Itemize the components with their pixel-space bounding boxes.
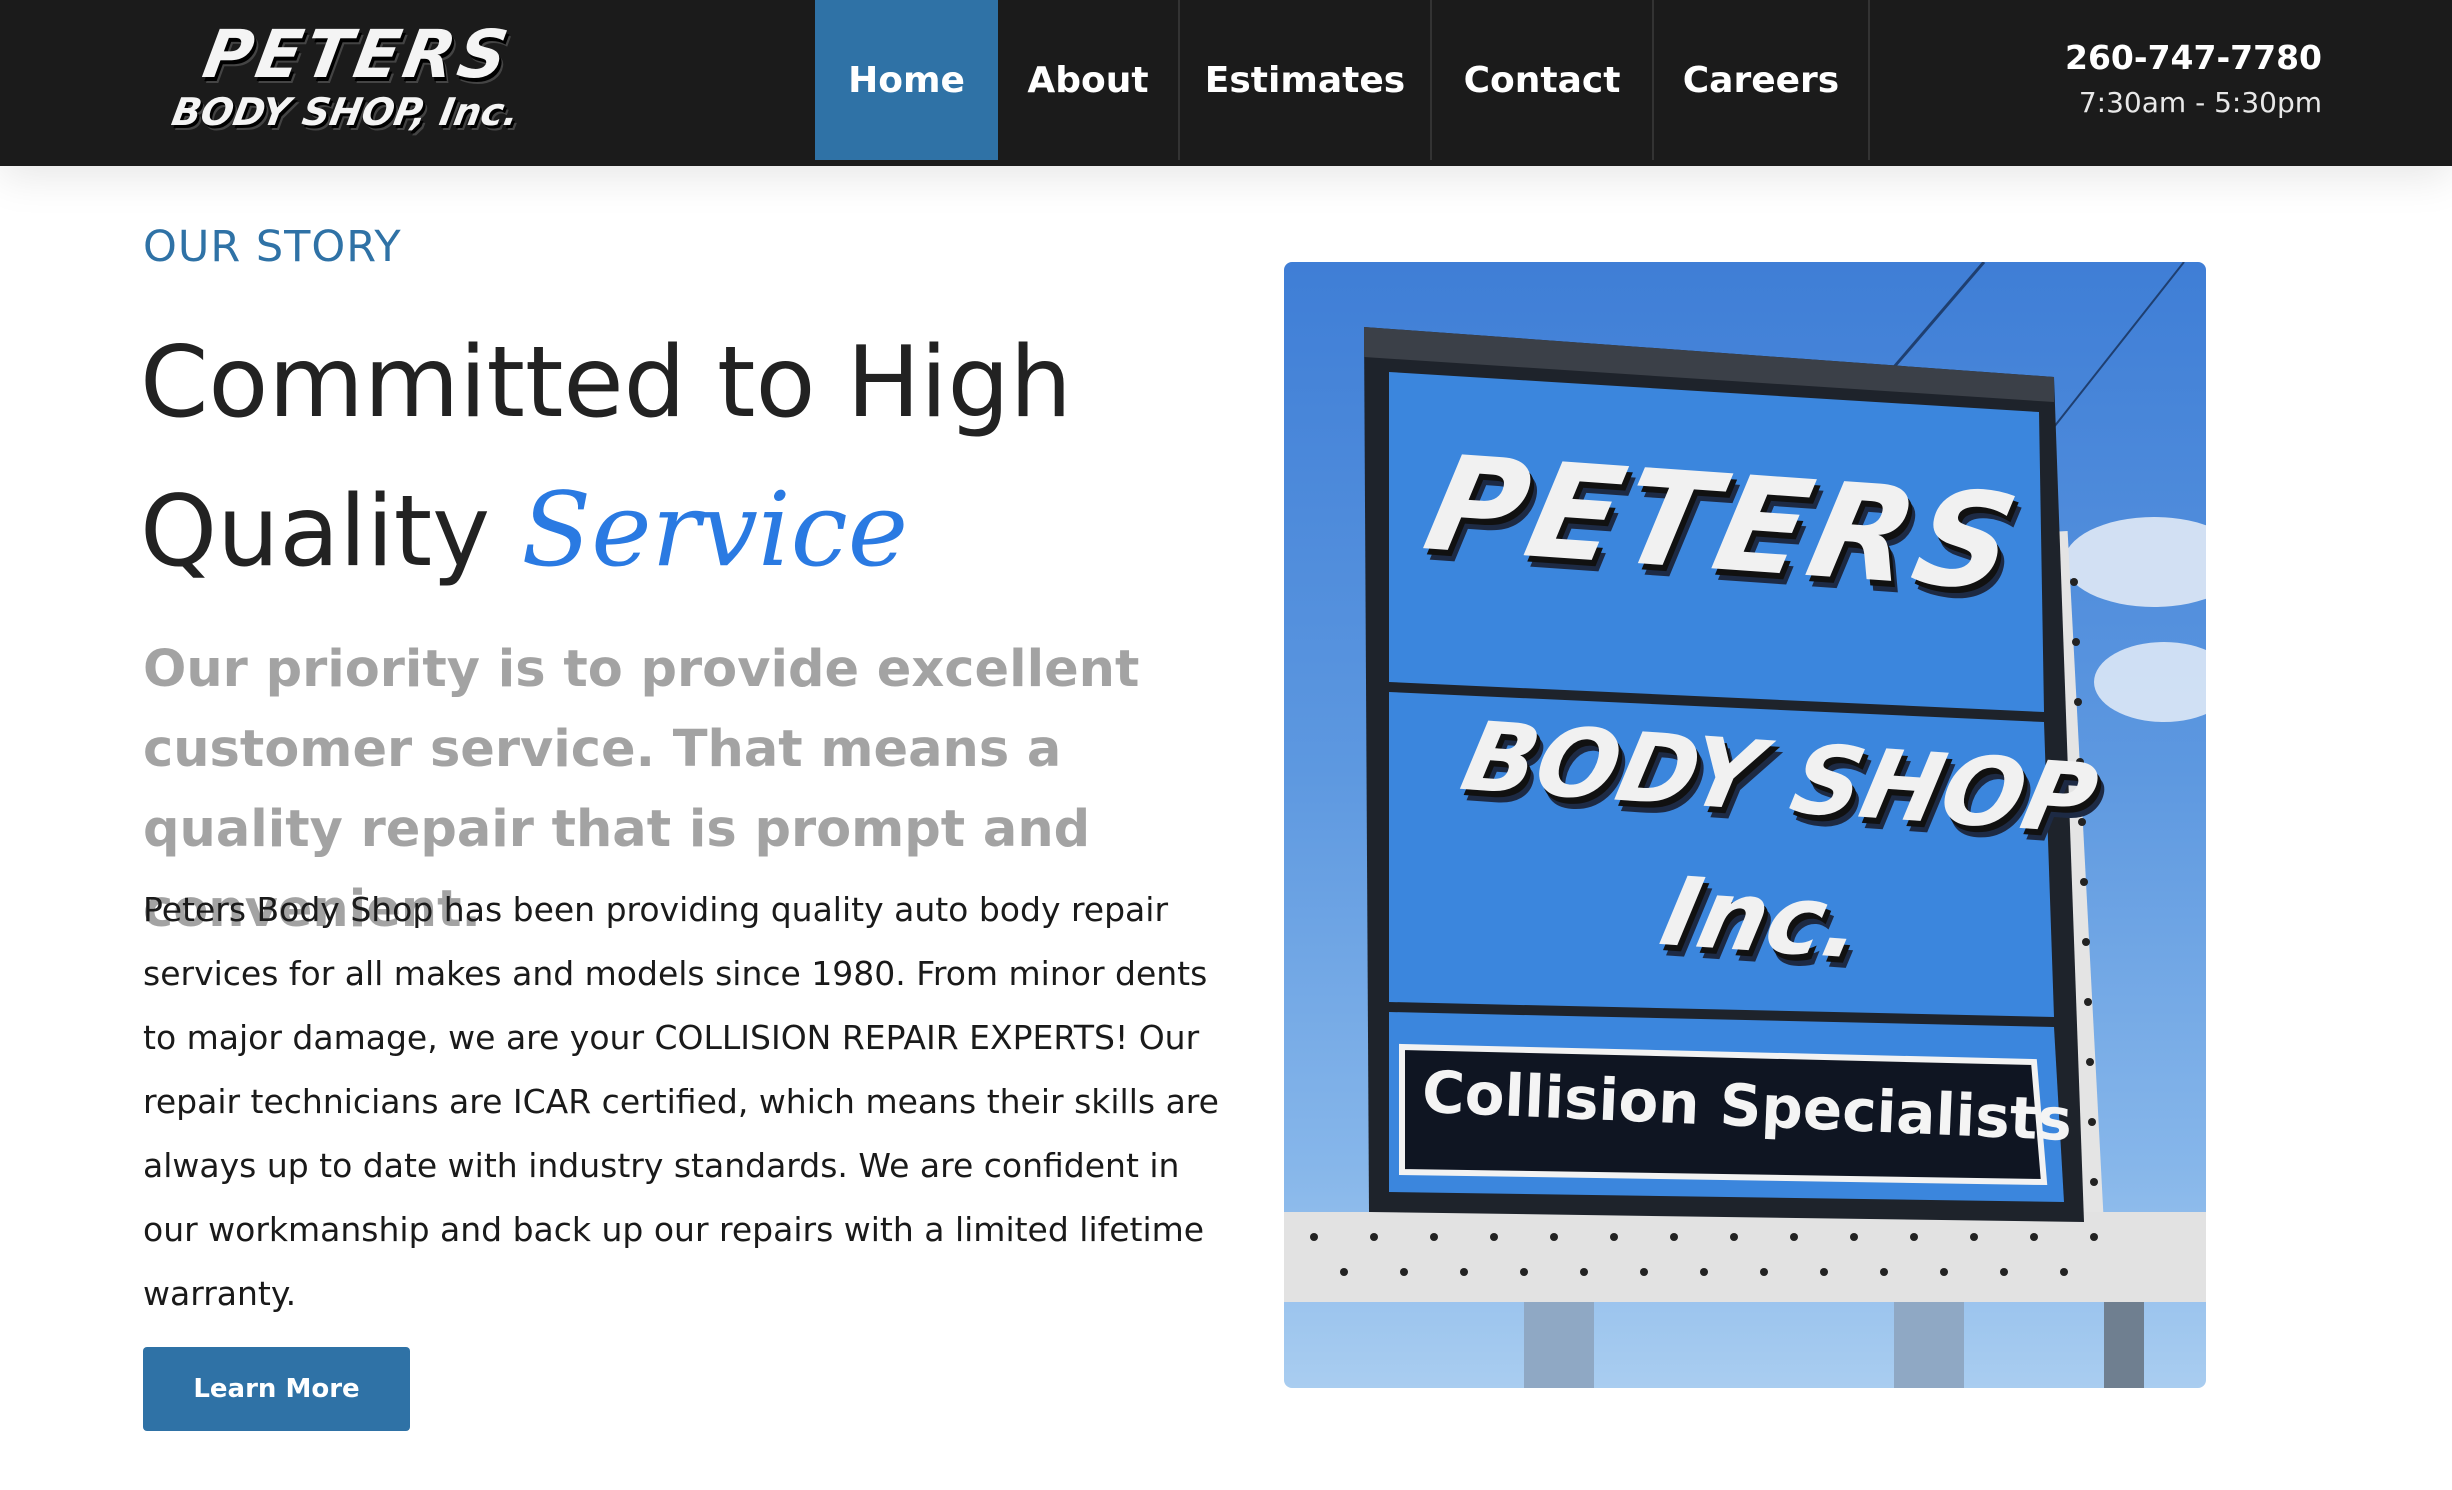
headline-accent: Service [521,471,909,590]
logo-line-2: BODY SHOP, Inc. [168,90,523,134]
site-logo[interactable]: PETERS BODY SHOP, Inc. [148,14,551,146]
logo-line-1: PETERS [197,16,518,93]
storefront-sign-photo: PETERS BODY SHOP Inc. Collision Speciali… [1284,262,2206,1388]
body-paragraph: Peters Body Shop has been providing qual… [143,890,1219,1313]
nav-about[interactable]: About [998,0,1178,160]
nav-careers[interactable]: Careers [1654,0,1868,160]
main-nav: Home About Estimates Contact Careers [815,0,1870,160]
site-header: PETERS BODY SHOP, Inc. Home About Estima… [0,0,2452,166]
learn-more-button[interactable]: Learn More [143,1347,410,1431]
nav-divider [1868,0,1870,160]
nav-home[interactable]: Home [815,0,998,160]
section-eyebrow: OUR STORY [143,222,402,272]
business-hours: 7:30am - 5:30pm [2078,86,2322,119]
phone-number[interactable]: 260-747-7780 [2065,38,2322,77]
sign-inc-text: Inc. [1652,855,1873,981]
nav-estimates[interactable]: Estimates [1180,0,1430,160]
nav-contact[interactable]: Contact [1432,0,1652,160]
page-title: Committed to High Quality Service [140,310,1240,606]
